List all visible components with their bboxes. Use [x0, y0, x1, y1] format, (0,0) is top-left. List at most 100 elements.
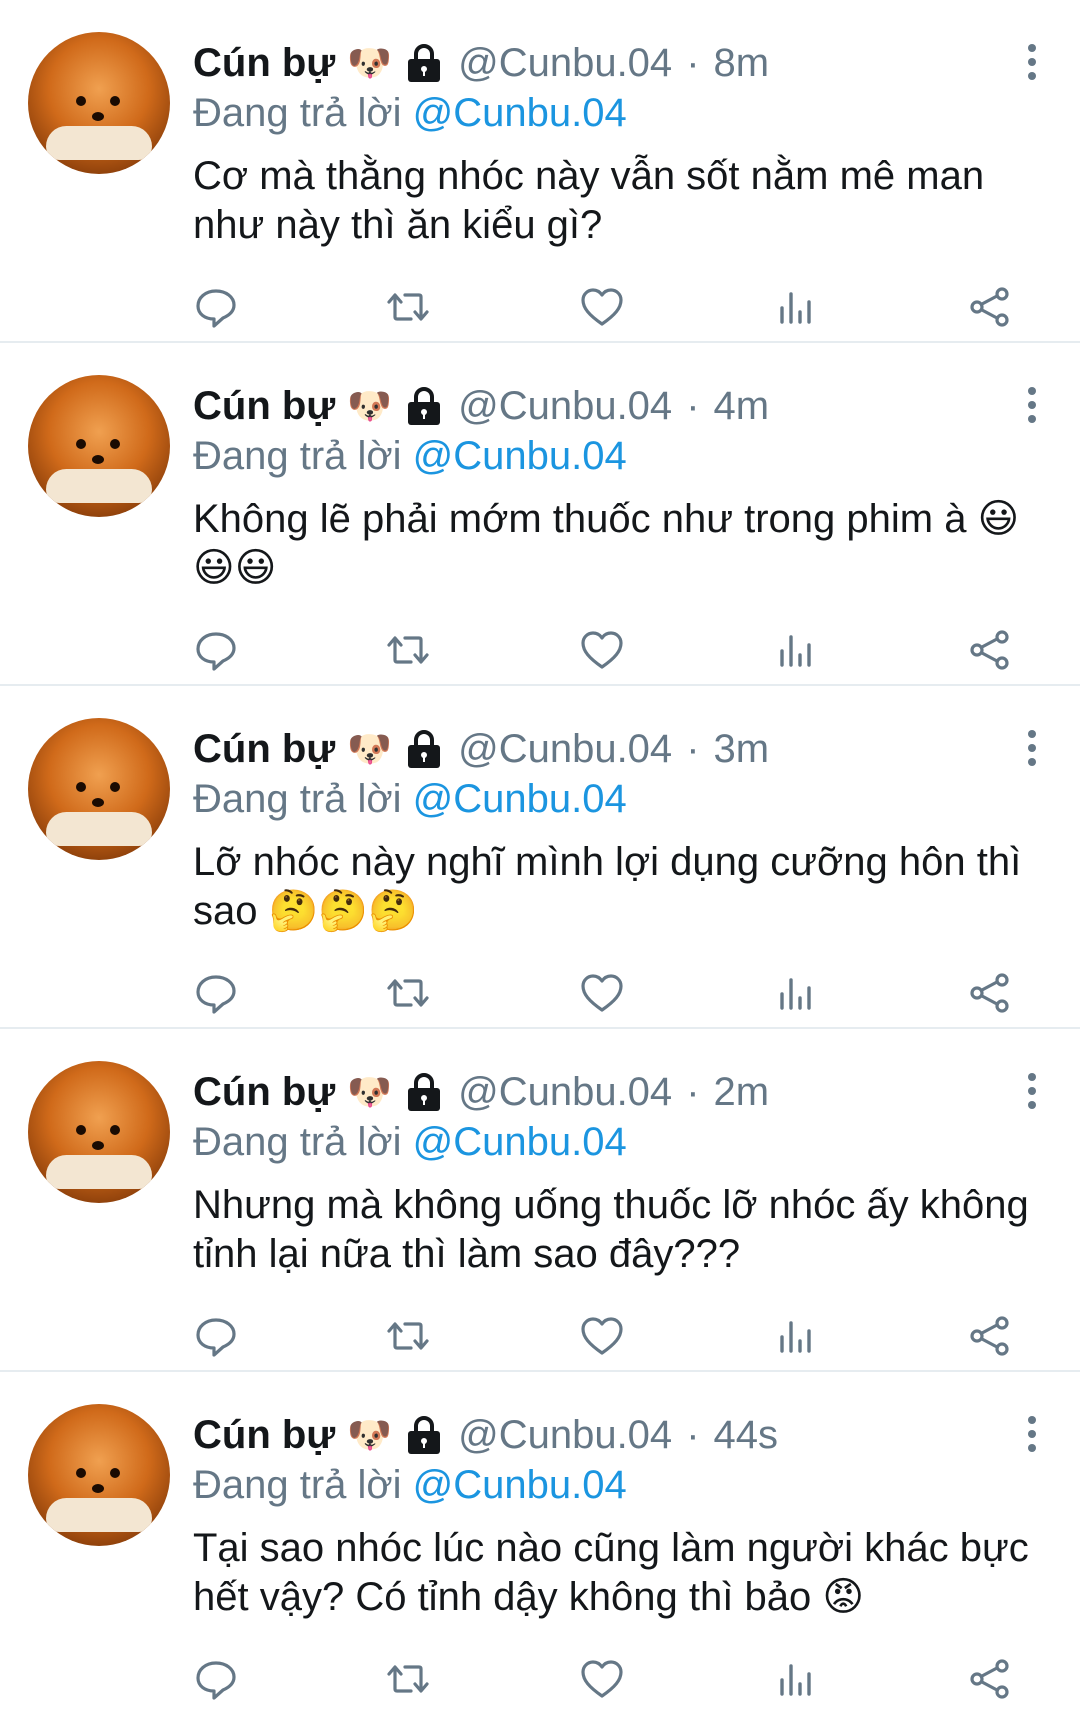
replying-to: Đang trả lời @Cunbu.04 — [193, 88, 627, 138]
tweet-header: Cún bự 🐶 @Cunbu.04 · 3m — [193, 724, 769, 774]
retweet-icon[interactable] — [385, 284, 431, 330]
tweet-text: Không lẽ phải mớm thuốc như trong phim à… — [193, 497, 1020, 590]
replying-to: Đang trả lời @Cunbu.04 — [193, 774, 627, 824]
tweet[interactable]: Cún bự 🐶 @Cunbu.04 · 44s Đang trả lời @C… — [0, 1372, 1080, 1715]
dog-emoji: 🐶 — [347, 385, 393, 426]
lock-icon — [404, 42, 444, 84]
tweet-actions — [193, 284, 1033, 334]
like-icon[interactable] — [579, 970, 625, 1016]
tweet-text: Tại sao nhóc lúc nào cũng làm người khác… — [193, 1526, 1029, 1619]
avatar[interactable] — [28, 375, 170, 517]
more-vertical-icon[interactable] — [1020, 1069, 1044, 1113]
analytics-icon[interactable] — [773, 1313, 819, 1359]
retweet-icon[interactable] — [385, 970, 431, 1016]
retweet-icon[interactable] — [385, 1313, 431, 1359]
analytics-icon[interactable] — [773, 284, 819, 330]
replying-prefix: Đang trả lời — [193, 91, 402, 135]
separator: · — [686, 727, 700, 771]
replying-mention[interactable]: @Cunbu.04 — [413, 434, 627, 478]
tweet-text: Lỡ nhóc này nghĩ mình lợi dụng cưỡng hôn… — [193, 840, 1022, 933]
share-icon[interactable] — [967, 970, 1013, 1016]
separator: · — [686, 384, 700, 428]
like-icon[interactable] — [579, 627, 625, 673]
display-name[interactable]: Cún bự — [193, 1410, 335, 1460]
reply-icon[interactable] — [193, 284, 239, 330]
tweet-actions — [193, 1313, 1033, 1363]
avatar[interactable] — [28, 718, 170, 860]
tweet-text: Cơ mà thằng nhóc này vẫn sốt nằm mê man … — [193, 154, 985, 247]
tweet-header: Cún bự 🐶 @Cunbu.04 · 2m — [193, 1067, 769, 1117]
share-icon[interactable] — [967, 1313, 1013, 1359]
timestamp[interactable]: 3m — [714, 724, 770, 774]
tweet[interactable]: Cún bự 🐶 @Cunbu.04 · 8m Đang trả lời @Cu… — [0, 0, 1080, 343]
replying-to: Đang trả lời @Cunbu.04 — [193, 431, 627, 481]
replying-to: Đang trả lời @Cunbu.04 — [193, 1460, 627, 1510]
analytics-icon[interactable] — [773, 1656, 819, 1702]
more-vertical-icon[interactable] — [1020, 40, 1044, 84]
retweet-icon[interactable] — [385, 1656, 431, 1702]
dog-emoji: 🐶 — [347, 728, 393, 769]
dog-emoji: 🐶 — [347, 42, 393, 83]
tweet[interactable]: Cún bự 🐶 @Cunbu.04 · 3m Đang trả lời @Cu… — [0, 686, 1080, 1029]
display-name[interactable]: Cún bự — [193, 1067, 335, 1117]
like-icon[interactable] — [579, 284, 625, 330]
avatar[interactable] — [28, 32, 170, 174]
display-name[interactable]: Cún bự — [193, 724, 335, 774]
avatar[interactable] — [28, 1061, 170, 1203]
tweet-text: Nhưng mà không uống thuốc lỡ nhóc ấy khô… — [193, 1183, 1029, 1276]
reply-icon[interactable] — [193, 1656, 239, 1702]
lock-icon — [404, 385, 444, 427]
timestamp[interactable]: 2m — [714, 1067, 770, 1117]
reply-icon[interactable] — [193, 627, 239, 673]
replying-mention[interactable]: @Cunbu.04 — [413, 91, 627, 135]
tweet-actions — [193, 627, 1033, 677]
display-name[interactable]: Cún bự — [193, 38, 335, 88]
tweet-actions — [193, 1656, 1033, 1706]
more-vertical-icon[interactable] — [1020, 383, 1044, 427]
avatar[interactable] — [28, 1404, 170, 1546]
handle[interactable]: @Cunbu.04 — [458, 1067, 672, 1117]
replying-prefix: Đang trả lời — [193, 1120, 402, 1164]
handle[interactable]: @Cunbu.04 — [458, 724, 672, 774]
timestamp[interactable]: 44s — [714, 1410, 779, 1460]
replying-mention[interactable]: @Cunbu.04 — [413, 777, 627, 821]
lock-icon — [404, 1071, 444, 1113]
handle[interactable]: @Cunbu.04 — [458, 38, 672, 88]
handle[interactable]: @Cunbu.04 — [458, 381, 672, 431]
analytics-icon[interactable] — [773, 627, 819, 673]
replying-mention[interactable]: @Cunbu.04 — [413, 1463, 627, 1507]
share-icon[interactable] — [967, 1656, 1013, 1702]
share-icon[interactable] — [967, 284, 1013, 330]
replying-mention[interactable]: @Cunbu.04 — [413, 1120, 627, 1164]
separator: · — [686, 41, 700, 85]
dog-emoji: 🐶 — [347, 1414, 393, 1455]
replying-prefix: Đang trả lời — [193, 1463, 402, 1507]
replying-prefix: Đang trả lời — [193, 434, 402, 478]
replying-to: Đang trả lời @Cunbu.04 — [193, 1117, 627, 1167]
lock-icon — [404, 728, 444, 770]
lock-icon — [404, 1414, 444, 1456]
more-vertical-icon[interactable] — [1020, 726, 1044, 770]
tweet-header: Cún bự 🐶 @Cunbu.04 · 8m — [193, 38, 769, 88]
replying-prefix: Đang trả lời — [193, 777, 402, 821]
display-name[interactable]: Cún bự — [193, 381, 335, 431]
tweet-header: Cún bự 🐶 @Cunbu.04 · 4m — [193, 381, 769, 431]
analytics-icon[interactable] — [773, 970, 819, 1016]
more-vertical-icon[interactable] — [1020, 1412, 1044, 1456]
reply-icon[interactable] — [193, 1313, 239, 1359]
tweet-actions — [193, 970, 1033, 1020]
timestamp[interactable]: 8m — [714, 38, 770, 88]
share-icon[interactable] — [967, 627, 1013, 673]
timestamp[interactable]: 4m — [714, 381, 770, 431]
handle[interactable]: @Cunbu.04 — [458, 1410, 672, 1460]
retweet-icon[interactable] — [385, 627, 431, 673]
like-icon[interactable] — [579, 1656, 625, 1702]
reply-feed: Cún bự 🐶 @Cunbu.04 · 8m Đang trả lời @Cu… — [0, 0, 1080, 1715]
separator: · — [686, 1413, 700, 1457]
like-icon[interactable] — [579, 1313, 625, 1359]
reply-icon[interactable] — [193, 970, 239, 1016]
dog-emoji: 🐶 — [347, 1071, 393, 1112]
tweet[interactable]: Cún bự 🐶 @Cunbu.04 · 2m Đang trả lời @Cu… — [0, 1029, 1080, 1372]
tweet-header: Cún bự 🐶 @Cunbu.04 · 44s — [193, 1410, 778, 1460]
tweet[interactable]: Cún bự 🐶 @Cunbu.04 · 4m Đang trả lời @Cu… — [0, 343, 1080, 686]
